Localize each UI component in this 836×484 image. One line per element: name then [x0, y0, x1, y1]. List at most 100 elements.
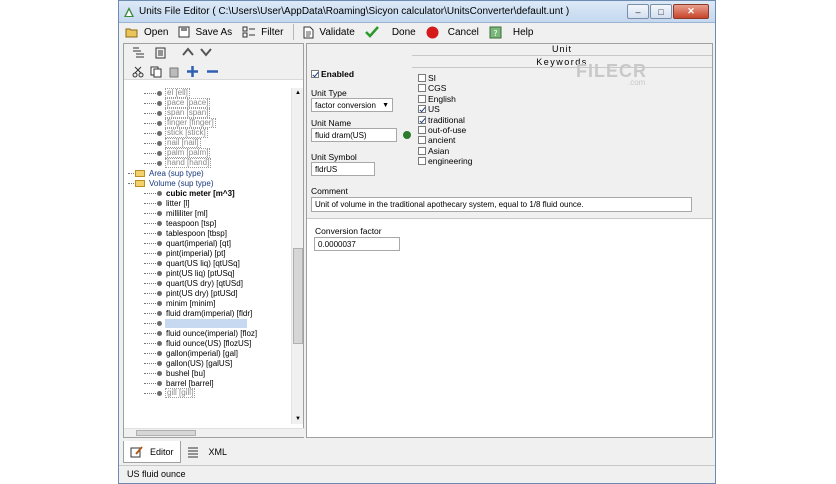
tab-xml[interactable]: XML	[181, 441, 234, 463]
keyword-check-box-icon[interactable]	[418, 146, 426, 155]
tree-item[interactable]: palm [palm]	[124, 148, 292, 158]
tree-item[interactable]: cubic meter [m^3]	[124, 188, 292, 198]
keyword-checkbox[interactable]: SI	[418, 73, 528, 83]
move-up-icon[interactable]	[182, 47, 194, 57]
comment-input[interactable]: Unit of volume in the traditional apothe…	[311, 197, 692, 212]
maximize-button[interactable]: □	[650, 4, 672, 19]
tree-hscroll-thumb[interactable]	[136, 430, 196, 436]
tree-item[interactable]: nail [nail]	[124, 138, 292, 148]
tree-item[interactable]: pint(US liq) [ptUSq]	[124, 268, 292, 278]
remove-icon[interactable]	[206, 65, 219, 78]
enabled-check-box-icon[interactable]	[311, 70, 319, 78]
add-icon[interactable]	[186, 65, 199, 78]
done-button[interactable]: Done	[364, 26, 416, 38]
unit-name-input[interactable]: fluid dram(US)	[311, 128, 397, 142]
minimize-button[interactable]: –	[627, 4, 649, 19]
help-button[interactable]: ? Help	[489, 26, 533, 39]
keyword-check-box-icon[interactable]	[418, 105, 426, 114]
keyword-checkbox[interactable]: ancient	[418, 135, 528, 145]
tree-item[interactable]: barrel [barrel]	[124, 378, 292, 388]
copy-icon[interactable]	[150, 66, 162, 78]
tree-item[interactable]: litter [l]	[124, 198, 292, 208]
tree-item[interactable]: teaspoon [tsp]	[124, 218, 292, 228]
scroll-down-arrow-icon[interactable]: ▼	[295, 416, 301, 422]
open-label: Open	[144, 26, 169, 38]
keyword-checkbox[interactable]: English	[418, 94, 528, 104]
unit-symbol-value: fldrUS	[315, 164, 338, 174]
tree-item-label: fluid dram(US) [fldrUS]	[165, 318, 248, 328]
paste-icon[interactable]	[168, 66, 180, 78]
keyword-checkbox[interactable]: Asian	[418, 146, 528, 156]
collapse-tree-icon[interactable]	[132, 47, 146, 59]
tree-folder[interactable]: Volume (sup type)	[124, 178, 292, 188]
tree-item-label: quart(imperial) [qt]	[166, 238, 231, 248]
keyword-check-box-icon[interactable]	[418, 84, 426, 93]
unit-symbol-input[interactable]: fldrUS	[311, 162, 375, 176]
cancel-button[interactable]: Cancel	[426, 26, 479, 39]
tree-connector	[144, 122, 156, 124]
move-down-icon[interactable]	[200, 47, 212, 57]
tree-item[interactable]: fluid ounce(imperial) [floz]	[124, 328, 292, 338]
filter-button[interactable]: Filter	[242, 26, 283, 38]
scroll-up-arrow-icon[interactable]: ▲	[295, 90, 301, 96]
tree-vertical-scrollbar[interactable]: ▲ ▼	[291, 88, 303, 424]
tree-item[interactable]: quart(US liq) [qtUSq]	[124, 258, 292, 268]
tree-item[interactable]: tablespoon [tbsp]	[124, 228, 292, 238]
tree-item[interactable]: el [ell]	[124, 88, 292, 98]
keyword-check-box-icon[interactable]	[418, 115, 426, 124]
tree-item[interactable]: finger [finger]	[124, 118, 292, 128]
tree-item[interactable]: hand [hand]	[124, 158, 292, 168]
enabled-checkbox[interactable]: Enabled	[311, 69, 354, 79]
tree-scroll-thumb[interactable]	[293, 248, 303, 344]
open-button[interactable]: Open	[125, 26, 168, 38]
tree-toolbar	[124, 44, 303, 80]
tab-editor[interactable]: Editor	[123, 441, 181, 463]
keyword-checkbox[interactable]: engineering	[418, 156, 528, 166]
keyword-checkbox[interactable]: CGS	[418, 83, 528, 93]
keyword-check-box-icon[interactable]	[418, 125, 426, 134]
validate-button[interactable]: Validate	[302, 26, 355, 39]
tree-item[interactable]: stick [stick]	[124, 128, 292, 138]
tree-item[interactable]: gallon(US) [galUS]	[124, 358, 292, 368]
keyword-checkbox[interactable]: out-of-use	[418, 125, 528, 135]
conversion-factor-input[interactable]: 0.0000037	[314, 237, 400, 251]
tree-item[interactable]: pace [pace]	[124, 98, 292, 108]
tree-item[interactable]: quart(imperial) [qt]	[124, 238, 292, 248]
tree-item[interactable]: minim [minim]	[124, 298, 292, 308]
keyword-check-box-icon[interactable]	[418, 157, 426, 166]
keyword-check-box-icon[interactable]	[418, 74, 426, 82]
cut-icon[interactable]	[132, 66, 144, 78]
tree-item[interactable]: quart(US dry) [qtUSd]	[124, 278, 292, 288]
tree-item[interactable]: gill [gill]	[124, 388, 292, 398]
keyword-checkbox[interactable]: traditional	[418, 115, 528, 125]
tree-item-label: nail [nail]	[165, 138, 201, 148]
window-title: Units File Editor ( C:\Users\User\AppDat…	[139, 6, 570, 17]
tree-item[interactable]: bushel [bu]	[124, 368, 292, 378]
tree-item[interactable]: pint(imperial) [pt]	[124, 248, 292, 258]
expand-tree-icon[interactable]	[155, 47, 167, 59]
close-button[interactable]: ✕	[673, 4, 709, 19]
tree-item[interactable]: fluid dram(US) [fldrUS]	[124, 318, 292, 328]
unit-type-select[interactable]: factor conversion ▼	[311, 98, 393, 112]
toolbar-separator	[293, 24, 295, 40]
checkmark-icon	[364, 26, 379, 38]
tree-folder[interactable]: Area (sup type)	[124, 168, 292, 178]
save-as-button[interactable]: Save As	[178, 26, 232, 38]
tree-item[interactable]: fluid ounce(US) [flozUS]	[124, 338, 292, 348]
watermark-sub: .com	[628, 78, 646, 87]
tree-connector	[144, 392, 156, 394]
info-icon[interactable]	[403, 131, 411, 139]
unit-tree[interactable]: el [ell] pace [pace] span [span] finger [fi…	[124, 88, 292, 430]
tree-connector	[144, 142, 156, 144]
tree-item[interactable]: milliliter [ml]	[124, 208, 292, 218]
tree-item[interactable]: span [span]	[124, 108, 292, 118]
keyword-checkbox[interactable]: US	[418, 104, 528, 114]
tree-item[interactable]: gallon(imperial) [gal]	[124, 348, 292, 358]
tree-item[interactable]: fluid dram(imperial) [fldr]	[124, 308, 292, 318]
save-disk-icon	[178, 26, 190, 38]
tree-item-label: minim [minim]	[166, 298, 216, 308]
keyword-check-box-icon[interactable]	[418, 136, 426, 145]
tree-item[interactable]: pint(US dry) [ptUSd]	[124, 288, 292, 298]
tree-horizontal-scrollbar[interactable]	[124, 428, 305, 437]
keyword-check-box-icon[interactable]	[418, 94, 426, 103]
